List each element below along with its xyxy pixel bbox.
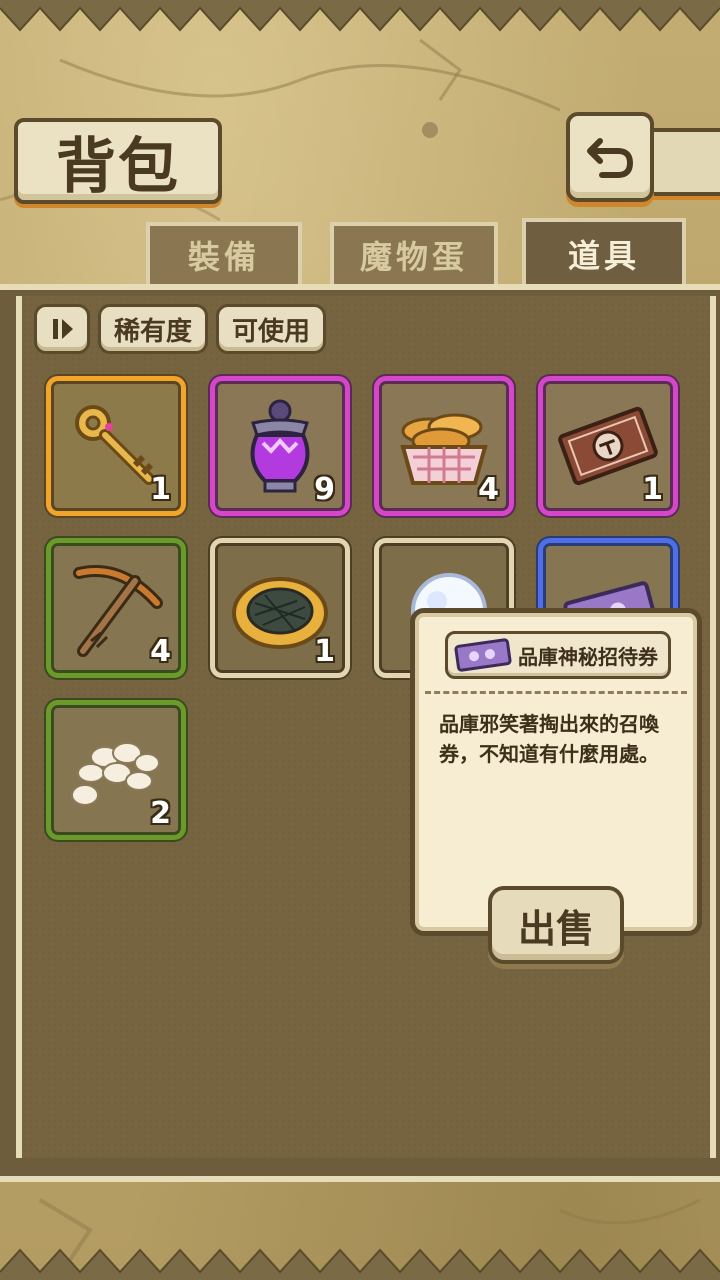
top-border [0,0,720,32]
tab-items-label: 道具 [567,237,640,275]
item-slot-summon-ticket[interactable]: 1 [538,376,678,516]
sort-toggle-icon [53,319,73,339]
back-arrow-icon [587,138,634,178]
page-title-plaque: 背包 [14,118,222,204]
usable-filter-button[interactable]: 可使用 [216,304,326,354]
item-slot-purple-potion[interactable]: 9 [210,376,350,516]
tab-monster-eggs[interactable]: 魔物蛋 [330,222,498,284]
item-qty: 1 [314,634,335,669]
usable-filter-label: 可使用 [231,316,310,347]
item-slot-golden-key[interactable]: 1 [46,376,186,516]
tab-equipment[interactable]: 裝備 [146,222,302,284]
bottom-border [0,1248,720,1280]
item-slot-eggs[interactable]: 2 [46,700,186,840]
tooltip-header: 品庫神秘招待券 [445,631,671,679]
tooltip-divider [425,691,687,694]
back-button[interactable] [566,112,654,202]
tab-monster-eggs-label: 魔物蛋 [359,238,468,276]
page-title: 背包 [56,131,180,202]
item-qty: 2 [150,796,171,831]
item-slot-bread-basket[interactable]: 4 [374,376,514,516]
rarity-filter-label: 稀有度 [113,316,192,347]
item-qty: 1 [150,472,171,507]
item-slot-pickaxe[interactable]: 4 [46,538,186,678]
tab-equipment-label: 裝備 [187,238,260,276]
tab-items[interactable]: 道具 [522,218,686,286]
tooltip-description: 品庫邪笑著掏出來的召喚券，不知道有什麼用處。 [439,712,659,766]
sell-button[interactable]: 出售 [488,886,624,964]
mystery-ticket-small-icon [454,638,512,672]
item-slot-pie[interactable]: 1 [210,538,350,678]
item-qty: 4 [150,634,171,669]
sell-button-label: 出售 [517,905,594,951]
sort-toggle-button[interactable] [34,304,90,354]
rarity-filter-button[interactable]: 稀有度 [98,304,208,354]
item-qty: 1 [642,472,663,507]
tooltip-item-name: 品庫神秘招待券 [518,644,658,669]
item-qty: 9 [314,472,335,507]
item-qty: 4 [478,472,499,507]
